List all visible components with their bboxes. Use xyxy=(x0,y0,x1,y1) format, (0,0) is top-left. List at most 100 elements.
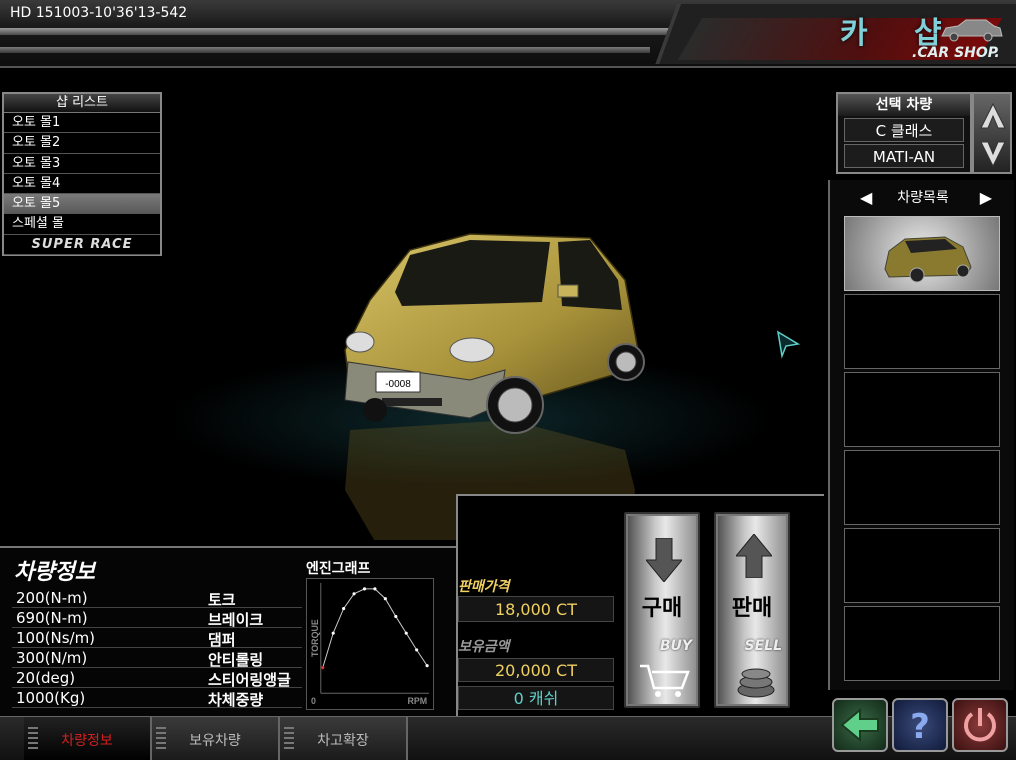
shop-item-super-race[interactable]: SUPER RACE xyxy=(4,235,160,256)
tab-owned-vehicles[interactable]: 보유차량 xyxy=(152,717,280,760)
car-slot-1[interactable] xyxy=(844,216,1000,291)
balance-value: 20,000 CT xyxy=(458,658,614,682)
buy-label: 구매 xyxy=(641,596,683,621)
vehicle-info-title: 차량정보 xyxy=(14,560,95,585)
arrow-down-icon xyxy=(646,538,682,582)
cash-value: 0 캐쉬 xyxy=(458,686,614,710)
prev-arrow-icon[interactable]: ◀ xyxy=(860,184,872,212)
car-display: -0008 xyxy=(170,233,801,540)
car-slot-2[interactable] xyxy=(844,294,1000,369)
spec-value: 690(N-m) xyxy=(16,609,88,627)
torque-point xyxy=(362,587,367,591)
next-arrow-icon[interactable]: ▶ xyxy=(980,184,992,212)
shop-list: 샵 리스트 오토 몰1 오토 몰2 오토 몰3 오토 몰4 오토 몰5 스페셜 … xyxy=(2,92,162,256)
spec-label: 스티어링앵글 xyxy=(208,671,291,689)
car-list-title: 차량목록 xyxy=(897,190,949,206)
car-list: ◀ 차량목록 ▶ xyxy=(828,180,1014,690)
spec-value: 20(deg) xyxy=(16,669,76,687)
coins-icon xyxy=(737,668,775,698)
graph-origin-label: 0 xyxy=(311,696,316,706)
spec-label: 브레이크 xyxy=(208,611,264,629)
back-arrow-icon xyxy=(840,707,879,743)
question-mark-icon: ? xyxy=(910,707,930,747)
cursor-icon xyxy=(776,330,801,359)
trade-panel: 판매가격 18,000 CT 보유금액 20,000 CT 0 캐쉬 구매 BU… xyxy=(456,494,824,716)
spec-value: 100(Ns/m) xyxy=(16,629,96,647)
scroll-down-icon[interactable] xyxy=(978,136,1008,172)
vehicle-scroll xyxy=(972,92,1012,174)
tab-label: 보유차량 xyxy=(189,733,241,749)
vehicle-model: MATI-AN xyxy=(844,144,964,168)
tab-label: 차량정보 xyxy=(61,733,113,749)
shop-item-auto-mall-2[interactable]: 오토 몰2 xyxy=(4,133,160,154)
shop-item-special-mall[interactable]: 스페셜 몰 xyxy=(4,214,160,235)
selected-vehicle-panel: 선택 차량 C 클래스 MATI-AN xyxy=(836,92,972,174)
torque-point xyxy=(352,592,356,596)
graph-x-label: RPM xyxy=(407,696,427,706)
selected-vehicle-header: 선택 차량 xyxy=(838,94,970,116)
car-slot-6[interactable] xyxy=(844,606,1000,681)
engine-graph-title: 엔진그래프 xyxy=(306,561,371,577)
spec-label: 차체중량 xyxy=(208,691,264,709)
tab-vehicle-info[interactable]: 차량정보 xyxy=(24,717,152,760)
car-thumbnail-icon xyxy=(884,236,972,283)
vehicle-info-panel: 차량정보 200(N-m) 토크 690(N-m) 브레이크 100(Ns/m)… xyxy=(0,546,456,716)
spec-row: 1000(Kg) 차체중량 xyxy=(12,688,302,709)
car-slot-4[interactable] xyxy=(844,450,1000,525)
svg-text:?: ? xyxy=(910,707,930,747)
power-button[interactable] xyxy=(952,698,1008,752)
vehicle-class: C 클래스 xyxy=(844,118,964,142)
shop-item-auto-mall-3[interactable]: 오토 몰3 xyxy=(4,154,160,174)
spec-label: 안티롤링 xyxy=(208,651,264,669)
page-subtitle: .CAR SHOP. xyxy=(912,45,1000,61)
header-strip xyxy=(0,47,650,53)
spec-value: 1000(Kg) xyxy=(16,689,86,707)
scroll-up-icon[interactable] xyxy=(978,98,1008,134)
buy-label-en: BUY xyxy=(659,638,692,654)
sell-label: 판매 xyxy=(731,596,773,621)
arrow-up-icon xyxy=(736,534,772,578)
torque-point xyxy=(425,664,429,668)
spec-label: 댐퍼 xyxy=(208,631,236,649)
sale-price-label: 판매가격 xyxy=(458,579,510,595)
tab-garage-expand[interactable]: 차고확장 xyxy=(280,717,408,760)
balance-label: 보유금액 xyxy=(458,639,510,655)
torque-point xyxy=(415,648,419,652)
buy-button[interactable]: 구매 BUY xyxy=(624,512,700,708)
cart-icon xyxy=(640,664,690,697)
sell-label-en: SELL xyxy=(744,638,783,654)
torque-point xyxy=(331,631,335,635)
sale-price-value: 18,000 CT xyxy=(458,596,614,622)
torque-line xyxy=(322,588,428,668)
build-id: HD 151003-10'36'13-542 xyxy=(10,5,188,21)
torque-point xyxy=(373,587,377,591)
license-plate: -0008 xyxy=(385,379,411,390)
torque-point xyxy=(321,666,325,670)
spec-row: 100(Ns/m) 댐퍼 xyxy=(12,628,302,649)
shop-item-auto-mall-5[interactable]: 오토 몰5 xyxy=(4,194,160,215)
spec-label: 토크 xyxy=(208,591,236,609)
power-icon xyxy=(964,708,996,742)
shop-item-auto-mall-4[interactable]: 오토 몰4 xyxy=(4,174,160,195)
torque-point xyxy=(404,631,408,635)
torque-point xyxy=(383,597,387,601)
car-slot-5[interactable] xyxy=(844,528,1000,603)
top-bar: HD 151003-10'36'13-542 카 샵 .CAR SHOP. xyxy=(0,0,1016,68)
torque-point xyxy=(394,614,398,619)
spec-value: 200(N-m) xyxy=(16,589,88,607)
spec-row: 20(deg) 스티어링앵글 xyxy=(12,668,302,689)
header-strip xyxy=(0,28,680,35)
back-button[interactable] xyxy=(832,698,888,752)
spec-row: 690(N-m) 브레이크 xyxy=(12,608,302,629)
car-list-nav: ◀ 차량목록 ▶ xyxy=(830,184,1016,212)
help-button[interactable]: ? xyxy=(892,698,948,752)
spec-row: 300(N/m) 안티롤링 xyxy=(12,648,302,669)
shop-item-auto-mall-1[interactable]: 오토 몰1 xyxy=(4,113,160,134)
spec-value: 300(N/m) xyxy=(16,649,88,667)
sell-button[interactable]: 판매 SELL xyxy=(714,512,790,708)
car-slot-3[interactable] xyxy=(844,372,1000,447)
spec-row: 200(N-m) 토크 xyxy=(12,588,302,609)
torque-point xyxy=(342,606,346,611)
shop-list-header: 샵 리스트 xyxy=(4,94,160,113)
tab-label: 차고확장 xyxy=(317,733,369,749)
